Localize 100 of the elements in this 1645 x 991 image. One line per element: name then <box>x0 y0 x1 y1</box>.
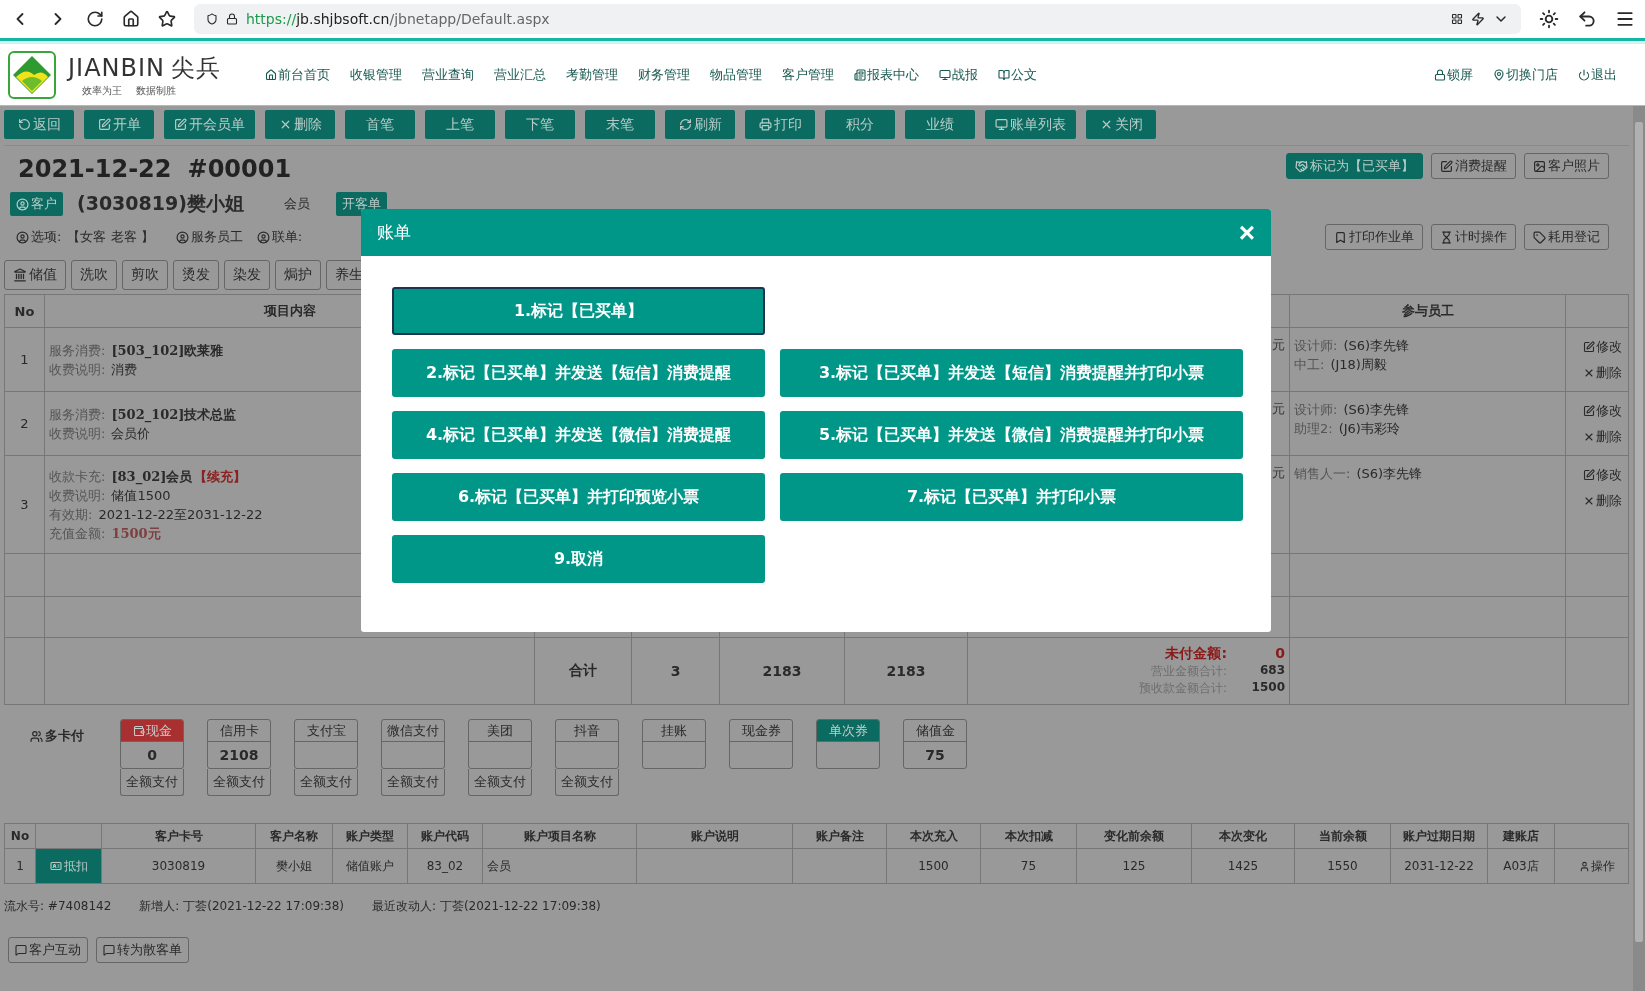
table-cell: 1500 <box>918 859 949 873</box>
delete-link[interactable]: 删除 <box>1582 364 1622 382</box>
toolbar-button[interactable]: 上笔 <box>425 110 495 139</box>
payment-tile: 现金 0 <box>120 719 184 769</box>
edit-link[interactable]: 修改 <box>1582 466 1622 484</box>
dialog-option-button[interactable]: 4.标记【已买单】并发送【微信】消费提醒 <box>392 411 765 459</box>
operate-link[interactable]: 操作 <box>1578 857 1615 875</box>
tool-button[interactable]: 打印作业单 <box>1325 224 1423 250</box>
order-action-button[interactable]: 标记为【已买单】 <box>1286 153 1423 179</box>
toolbar-button[interactable]: 业绩 <box>905 110 975 139</box>
order-action-button[interactable]: 消费提醒 <box>1431 153 1516 179</box>
toolbar-button[interactable]: 首笔 <box>345 110 415 139</box>
dialog-option-button[interactable]: 2.标记【已买单】并发送【短信】消费提醒 <box>392 349 765 397</box>
close-button[interactable]: × <box>1238 218 1255 247</box>
footer-button[interactable]: 转为散客单 <box>96 937 189 963</box>
toolbar-button[interactable]: 关闭 <box>1086 110 1156 139</box>
toolbar-button[interactable]: 开单 <box>84 110 154 139</box>
nav-link[interactable]: 战报 <box>939 65 979 84</box>
toolbar-button[interactable]: 打印 <box>745 110 815 139</box>
nav-link[interactable]: 营业查询 <box>422 65 475 84</box>
user-icon <box>256 230 270 244</box>
category-tab[interactable]: 烫发 <box>173 260 219 290</box>
address-bar[interactable]: https://jb.shjbsoft.cn/jbnetapp/Default.aspx <box>194 4 1521 34</box>
scrollbar[interactable] <box>1633 106 1645 991</box>
nav-link[interactable]: 财务管理 <box>638 65 691 84</box>
pay-full-button[interactable]: 全额支付 <box>468 769 532 796</box>
edit-icon <box>1582 405 1595 417</box>
toolbar-button[interactable]: 删除 <box>265 110 335 139</box>
category-tab[interactable]: 储值 <box>4 260 66 290</box>
brand-name: JIANBIN <box>68 53 166 82</box>
staff-entry: 设计师: (S6)李先锋 <box>1294 337 1410 355</box>
dialog-option-button[interactable]: 5.标记【已买单】并发送【微信】消费提醒并打印小票 <box>780 411 1243 459</box>
tool-button[interactable]: 耗用登记 <box>1524 224 1609 250</box>
dialog-option-button[interactable]: 1.标记【已买单】 <box>392 287 765 335</box>
refresh-icon <box>678 118 692 131</box>
nav-link[interactable]: 前台首页 <box>265 65 331 84</box>
nav-link[interactable]: 考勤管理 <box>566 65 619 84</box>
toolbar-button[interactable]: 末笔 <box>585 110 655 139</box>
pay-full-button[interactable]: 全额支付 <box>555 769 619 796</box>
undo-icon <box>1577 9 1597 29</box>
pay-full-button[interactable]: 全额支付 <box>207 769 271 796</box>
home-icon <box>122 10 140 28</box>
nav-link[interactable]: 营业汇总 <box>494 65 547 84</box>
column-header: 当前余额 <box>1318 827 1367 845</box>
order-action-button[interactable]: 客户照片 <box>1524 153 1609 179</box>
pay-full-button[interactable]: 全额支付 <box>381 769 445 796</box>
header-action[interactable]: 切换门店 <box>1493 65 1558 84</box>
brand-name-chinese: 尖兵 <box>171 52 222 84</box>
pay-full-button[interactable]: 全额支付 <box>120 769 184 796</box>
delete-link[interactable]: 删除 <box>1582 428 1622 446</box>
row-number: 2 <box>20 416 29 431</box>
toolbar-button[interactable]: 积分 <box>825 110 895 139</box>
dialog-option-button[interactable]: 3.标记【已买单】并发送【短信】消费提醒并打印小票 <box>780 349 1243 397</box>
dialog-option-button[interactable]: 6.标记【已买单】并打印预览小票 <box>392 473 765 521</box>
payment-tile: 挂账 <box>642 719 706 769</box>
header-action[interactable]: 锁屏 <box>1434 65 1473 84</box>
column-header: 建账店 <box>1503 827 1539 845</box>
nav-link[interactable]: 报表中心 <box>854 65 920 84</box>
toolbar-button[interactable]: 账单列表 <box>985 110 1076 139</box>
pay-full-button[interactable]: 全额支付 <box>294 769 358 796</box>
staff-entry: 助理2: (J6)韦彩玲 <box>1294 420 1400 438</box>
header-action[interactable]: 退出 <box>1578 65 1617 84</box>
edit-link[interactable]: 修改 <box>1582 338 1622 356</box>
category-tab[interactable]: 洗吹 <box>71 260 117 290</box>
column-header: 账户说明 <box>690 827 739 845</box>
delete-link[interactable]: 删除 <box>1582 492 1622 510</box>
column-header: 客户卡号 <box>154 827 203 845</box>
price-unit: 元 <box>1272 336 1285 354</box>
monitor-icon <box>995 118 1008 131</box>
column-header: 项目内容 <box>263 302 316 320</box>
nav-link[interactable]: 物品管理 <box>710 65 763 84</box>
toolbar-button[interactable]: 返回 <box>4 110 74 139</box>
toolbar-button[interactable]: 下笔 <box>505 110 575 139</box>
column-header: No <box>10 829 30 843</box>
tool-button[interactable]: 计时操作 <box>1431 224 1516 250</box>
nav-link[interactable]: 收银管理 <box>350 65 403 84</box>
dialog-option-button[interactable]: 7.标记【已买单】并打印小票 <box>780 473 1243 521</box>
dialog-option-button[interactable]: 9.取消 <box>392 535 765 583</box>
column-header: 变化前余额 <box>1104 827 1164 845</box>
column-header: 账户代码 <box>421 827 469 845</box>
deduct-button[interactable]: 抵扣 <box>36 849 101 883</box>
column-header: 本次充入 <box>909 827 958 845</box>
total-count: 3 <box>670 663 681 679</box>
toolbar-button[interactable]: 开会员单 <box>164 110 255 139</box>
category-tab[interactable]: 剪吹 <box>122 260 168 290</box>
nav-link[interactable]: 公文 <box>998 65 1038 84</box>
toolbar-button[interactable]: 刷新 <box>665 110 735 139</box>
edit-link[interactable]: 修改 <box>1582 402 1622 420</box>
prepaid-amount: 1500 <box>1250 680 1285 696</box>
multi-card-label: 多卡付 <box>30 727 120 745</box>
category-tab[interactable]: 染发 <box>224 260 270 290</box>
bookmark-icon <box>1334 230 1347 244</box>
edit-icon <box>1582 469 1595 481</box>
record-info: 流水号: #7408142 <box>4 898 112 915</box>
category-tab[interactable]: 焗护 <box>275 260 321 290</box>
order-number: #00001 <box>187 155 292 183</box>
printer-icon <box>758 118 772 131</box>
footer-button[interactable]: 客户互动 <box>8 937 88 963</box>
nav-link[interactable]: 客户管理 <box>782 65 835 84</box>
service-staff-label: 服务员工 <box>175 228 243 246</box>
